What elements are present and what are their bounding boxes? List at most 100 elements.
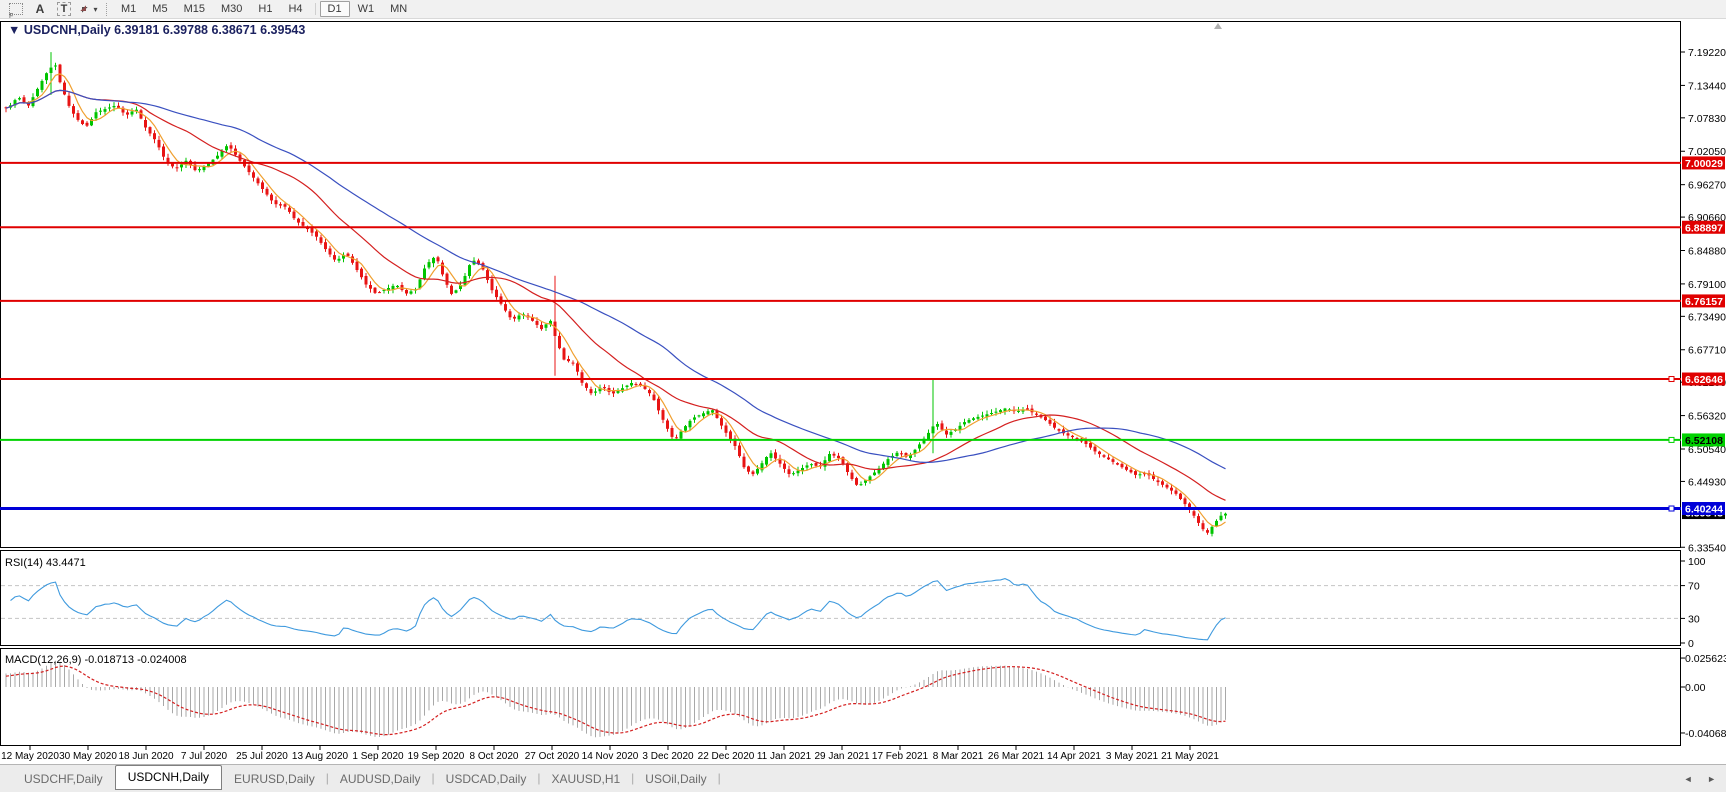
- timeframe-m30[interactable]: M30: [213, 1, 250, 17]
- candle-body: [144, 120, 147, 128]
- candle-body: [1157, 480, 1160, 482]
- candle-body: [666, 421, 669, 429]
- tab-xauusd[interactable]: XAUUSD,H1: [541, 769, 630, 790]
- candle-body: [657, 399, 660, 411]
- candle-body: [581, 372, 584, 383]
- candle-body: [977, 417, 980, 419]
- chevron-down-icon[interactable]: ▾: [93, 5, 97, 14]
- candle-body: [180, 164, 183, 167]
- timeframe-m5[interactable]: M5: [144, 1, 175, 17]
- candle-body: [405, 290, 408, 294]
- y-tick-label: 7.13440: [1688, 80, 1726, 92]
- candle-body: [311, 228, 314, 233]
- x-tick-label[interactable]: 1 Sep 2020: [352, 751, 404, 762]
- candle-body: [149, 127, 152, 133]
- candle-body: [54, 66, 57, 67]
- candle-body: [117, 106, 120, 108]
- candle-body: [972, 418, 975, 420]
- x-tick-label[interactable]: 26 Mar 2021: [988, 751, 1045, 762]
- x-tick-label[interactable]: 21 May 2021: [1161, 751, 1219, 762]
- x-tick-label[interactable]: 30 May 2020: [59, 751, 117, 762]
- candle-body: [1130, 470, 1133, 473]
- tab-eurusd[interactable]: EURUSD,Daily: [224, 769, 325, 790]
- candle-body: [590, 389, 593, 393]
- candle-body: [806, 465, 809, 467]
- tab-usdcad[interactable]: USDCAD,Daily: [436, 769, 537, 790]
- timeframe-h4[interactable]: H4: [280, 1, 310, 17]
- text-a-tool[interactable]: A: [30, 2, 50, 17]
- candle-body: [423, 269, 426, 279]
- timeframe-m1[interactable]: M1: [113, 1, 144, 17]
- tab-usoil[interactable]: USOil,Daily: [635, 769, 716, 790]
- x-tick-label[interactable]: 8 Mar 2021: [933, 751, 984, 762]
- x-tick-label[interactable]: 14 Nov 2020: [582, 751, 639, 762]
- x-tick-label[interactable]: 22 Dec 2020: [698, 751, 755, 762]
- x-tick-label[interactable]: 13 Aug 2020: [292, 751, 349, 762]
- x-tick-label[interactable]: 18 Jun 2020: [118, 751, 173, 762]
- x-tick-label[interactable]: 11 Jan 2021: [757, 751, 812, 762]
- candle-body: [833, 454, 836, 456]
- x-tick-label[interactable]: 3 May 2021: [1106, 751, 1159, 762]
- candle-body: [1121, 464, 1124, 467]
- tab-audusd[interactable]: AUDUSD,Daily: [330, 769, 431, 790]
- candle-body: [329, 249, 332, 255]
- x-tick-label[interactable]: 25 Jul 2020: [236, 751, 288, 762]
- tab-usdchf[interactable]: USDCHF,Daily: [14, 769, 113, 790]
- text-box-tool[interactable]: T: [54, 2, 74, 17]
- candle-body: [783, 464, 786, 469]
- x-tick-label[interactable]: 17 Feb 2021: [872, 751, 929, 762]
- x-tick-label[interactable]: 8 Oct 2020: [470, 751, 519, 762]
- candle-body: [347, 254, 350, 256]
- candle-body: [279, 204, 282, 205]
- toolbar-separator: [315, 3, 316, 15]
- level-label-7.00029-text: 7.00029: [1685, 158, 1723, 170]
- tab-usdcnh[interactable]: USDCNH,Daily: [115, 765, 222, 790]
- candle-body: [675, 437, 678, 438]
- candle-body: [1193, 511, 1196, 516]
- tab-scroll-left-icon[interactable]: ◄: [1684, 774, 1693, 784]
- y-tick-label: 6.56320: [1688, 411, 1726, 423]
- macd-pane[interactable]: [1, 649, 1681, 746]
- x-tick-label[interactable]: 29 Jan 2021: [814, 751, 869, 762]
- candle-body: [1175, 491, 1178, 494]
- timeframe-w1[interactable]: W1: [350, 1, 383, 17]
- candle-body: [464, 276, 467, 285]
- candle-body: [230, 145, 233, 148]
- candle-body: [837, 456, 840, 458]
- rsi-pane[interactable]: [1, 551, 1681, 646]
- chart-tab-bar: USDCHF,DailyUSDCNH,DailyEURUSD,Daily|AUD…: [0, 764, 1726, 792]
- candle-body: [410, 291, 413, 293]
- candle-body: [981, 416, 984, 417]
- candle-body: [1125, 467, 1128, 470]
- timeframe-mn[interactable]: MN: [382, 1, 415, 17]
- timeframe-h1[interactable]: H1: [250, 1, 280, 17]
- arrows-tool[interactable]: ▾: [78, 2, 98, 17]
- y-tick-label: 6.44930: [1688, 476, 1726, 488]
- x-tick-label[interactable]: 3 Dec 2020: [642, 751, 694, 762]
- x-tick-label[interactable]: 7 Jul 2020: [181, 751, 228, 762]
- x-tick-label[interactable]: 14 Apr 2021: [1047, 751, 1101, 762]
- candle-body: [1184, 498, 1187, 504]
- tab-scroll-right-icon[interactable]: ►: [1707, 774, 1716, 784]
- chart-canvas[interactable]: 7.192207.134407.078307.020506.962706.906…: [0, 0, 1726, 764]
- candle-body: [369, 285, 372, 289]
- candle-body: [540, 325, 543, 329]
- x-tick-label[interactable]: 27 Oct 2020: [525, 751, 580, 762]
- y-tick-label: 6.79100: [1688, 279, 1726, 291]
- x-tick-label[interactable]: 19 Sep 2020: [408, 751, 465, 762]
- candle-body: [455, 290, 458, 293]
- timeframe-m15[interactable]: M15: [176, 1, 213, 17]
- timeframe-d1[interactable]: D1: [320, 1, 350, 17]
- rsi-tick-label: 70: [1688, 581, 1700, 593]
- level-marker: [1669, 437, 1674, 442]
- candle-body: [999, 410, 1002, 412]
- grid-f-tool[interactable]: F: [6, 2, 26, 17]
- candle-body: [869, 476, 872, 480]
- candle-body: [509, 311, 512, 317]
- candle-body: [576, 363, 579, 371]
- candle-body: [356, 262, 359, 270]
- candle-body: [513, 317, 516, 319]
- x-tick-label[interactable]: 12 May 2020: [1, 751, 59, 762]
- candle-body: [720, 418, 723, 425]
- price-pane[interactable]: [1, 22, 1681, 548]
